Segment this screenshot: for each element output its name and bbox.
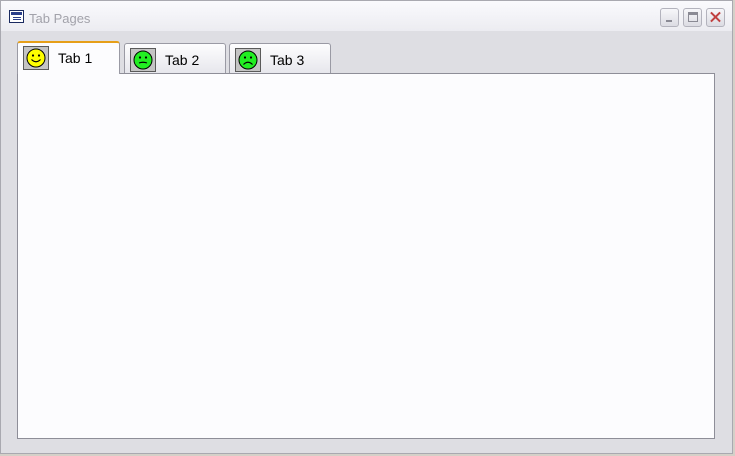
tab-1[interactable]: Tab 1 <box>17 41 120 74</box>
smiley-neutral-icon <box>133 50 153 70</box>
close-icon <box>707 9 724 26</box>
tab-2-icon-frame <box>130 48 156 72</box>
maximize-icon <box>688 12 698 22</box>
maximize-button[interactable] <box>683 8 702 27</box>
tab-1-label: Tab 1 <box>58 50 93 66</box>
tab-3-icon-frame <box>235 48 261 72</box>
minimize-button[interactable] <box>660 8 679 27</box>
app-window-icon[interactable] <box>9 10 24 23</box>
app-window: Tab Pages Tab 1 Tab 2 Tab 3 <box>0 0 733 454</box>
window-title: Tab Pages <box>29 11 91 26</box>
smiley-happy-icon <box>26 48 46 68</box>
smiley-sad-icon <box>238 50 258 70</box>
tab-1-icon-frame <box>23 46 49 70</box>
tab-2[interactable]: Tab 2 <box>124 43 226 74</box>
minimize-icon <box>666 20 672 22</box>
tab-page-panel[interactable] <box>17 73 715 439</box>
title-bar[interactable]: Tab Pages <box>1 1 732 31</box>
tab-2-label: Tab 2 <box>165 52 200 68</box>
close-button[interactable] <box>706 8 725 27</box>
tab-3[interactable]: Tab 3 <box>229 43 331 74</box>
tab-3-label: Tab 3 <box>270 52 305 68</box>
